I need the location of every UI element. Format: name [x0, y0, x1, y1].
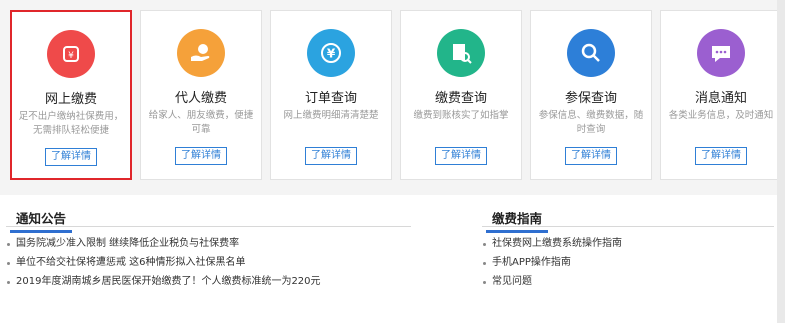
- search-icon: [567, 29, 615, 77]
- guide-link[interactable]: 社保费网上缴费系统操作指南: [482, 234, 774, 253]
- notices-list: 国务院减少准入限制 继续降低企业税负与社保费率 单位不给交社保将遭惩戒 这6种情…: [6, 234, 411, 291]
- notices-header: 通知公告: [6, 205, 411, 233]
- card-description: 足不出户缴纳社保费用，无需排队轻松便捷: [18, 111, 124, 136]
- notice-link[interactable]: 国务院减少准入限制 继续降低企业税负与社保费率: [6, 234, 411, 253]
- service-card-notifications[interactable]: 消息通知 各类业务信息，及时通知 了解详情: [660, 10, 782, 180]
- card-title: 订单查询: [304, 91, 357, 106]
- hand-coin-icon: [177, 29, 225, 77]
- notices-section: 通知公告 国务院减少准入限制 继续降低企业税负与社保费率 单位不给交社保将遭惩戒…: [6, 205, 411, 291]
- card-description: 网上缴费明细清清楚楚: [283, 110, 379, 121]
- card-description: 各类业务信息，及时通知: [668, 110, 774, 121]
- service-card-payment-query[interactable]: 缴费查询 缴费到账核实了如指掌 了解详情: [400, 10, 522, 180]
- guide-header: 缴费指南: [482, 205, 774, 233]
- learn-more-button[interactable]: 了解详情: [175, 147, 227, 165]
- card-title: 缴费查询: [434, 91, 487, 106]
- card-title: 代人缴费: [174, 91, 227, 106]
- guide-title: 缴费指南: [486, 208, 549, 233]
- card-description: 给家人、朋友缴费，便捷可靠: [148, 110, 254, 135]
- document-search-icon: [437, 29, 485, 77]
- card-title: 参保查询: [564, 91, 617, 106]
- learn-more-button[interactable]: 了解详情: [435, 147, 487, 165]
- guide-link[interactable]: 手机APP操作指南: [482, 253, 774, 272]
- payment-icon: ¥: [47, 30, 95, 78]
- guide-list: 社保费网上缴费系统操作指南 手机APP操作指南 常见问题: [482, 234, 774, 291]
- card-description: 参保信息、缴费数据，随时查询: [538, 110, 644, 135]
- learn-more-button[interactable]: 了解详情: [45, 148, 97, 166]
- service-card-order-query[interactable]: ¥ 订单查询 网上缴费明细清清楚楚 了解详情: [270, 10, 392, 180]
- notices-title: 通知公告: [10, 208, 73, 233]
- services-panel: ¥ 网上缴费 足不出户缴纳社保费用，无需排队轻松便捷 了解详情 代人缴费 给家人…: [0, 0, 785, 195]
- service-card-insurance-query[interactable]: 参保查询 参保信息、缴费数据，随时查询 了解详情: [530, 10, 652, 180]
- card-title: 网上缴费: [44, 92, 97, 107]
- notice-link[interactable]: 单位不给交社保将遭惩戒 这6种情形拟入社保黑名单: [6, 253, 411, 272]
- svg-text:¥: ¥: [327, 47, 336, 61]
- learn-more-button[interactable]: 了解详情: [565, 147, 617, 165]
- learn-more-button[interactable]: 了解详情: [305, 147, 357, 165]
- learn-more-button[interactable]: 了解详情: [695, 147, 747, 165]
- guide-section: 缴费指南 社保费网上缴费系统操作指南 手机APP操作指南 常见问题: [482, 205, 774, 291]
- svg-text:¥: ¥: [68, 51, 74, 61]
- scrollbar[interactable]: [777, 0, 785, 323]
- yen-order-icon: ¥: [307, 29, 355, 77]
- service-card-pay-for-others[interactable]: 代人缴费 给家人、朋友缴费，便捷可靠 了解详情: [140, 10, 262, 180]
- card-title: 消息通知: [694, 91, 747, 106]
- service-card-online-payment[interactable]: ¥ 网上缴费 足不出户缴纳社保费用，无需排队轻松便捷 了解详情: [10, 10, 132, 180]
- chat-bubble-icon: [697, 29, 745, 77]
- notice-link[interactable]: 2019年度湖南城乡居民医保开始缴费了！个人缴费标准统一为220元: [6, 272, 411, 291]
- guide-link[interactable]: 常见问题: [482, 272, 774, 291]
- card-description: 缴费到账核实了如指掌: [413, 110, 509, 121]
